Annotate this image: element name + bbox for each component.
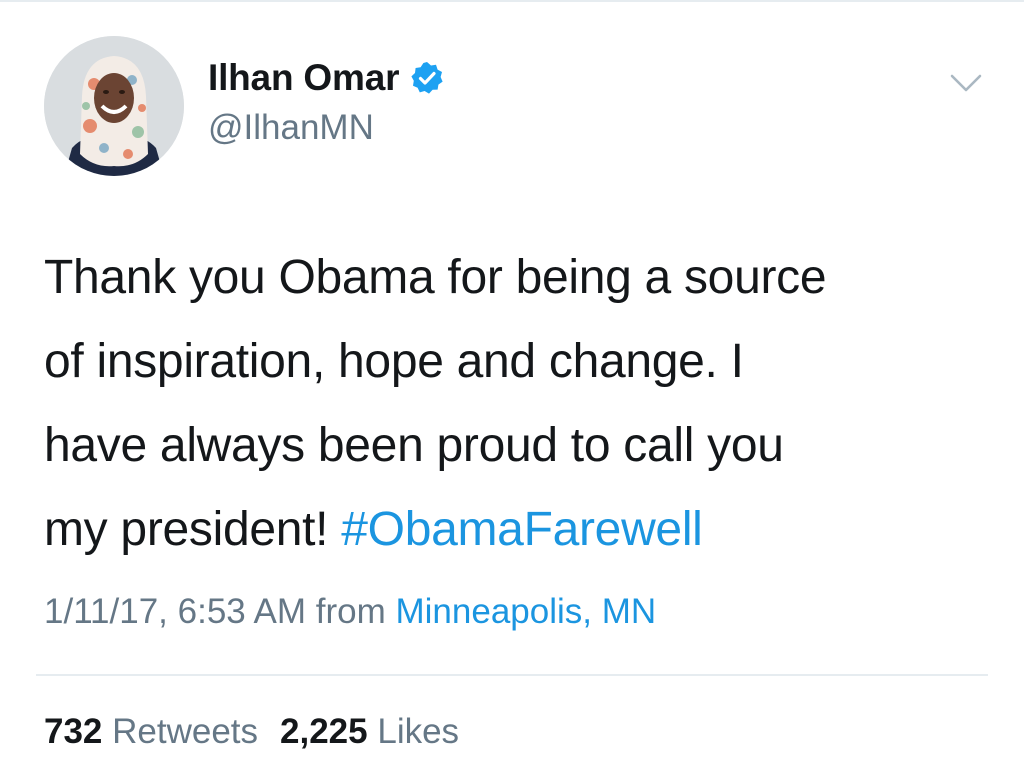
tweet-text-segment: my president! xyxy=(44,503,342,556)
likes-label: Likes xyxy=(367,712,460,751)
author-name-row: Ilhan Omar xyxy=(208,56,445,100)
retweets-label: Retweets xyxy=(102,712,259,751)
author-display-name[interactable]: Ilhan Omar xyxy=(208,57,399,99)
avatar[interactable] xyxy=(44,36,184,176)
likes-stat[interactable]: 2,225 Likes xyxy=(280,712,459,751)
verified-badge-icon xyxy=(409,60,445,96)
tweet-meta: 1/11/17, 6:53 AM from Minneapolis, MN xyxy=(44,592,656,632)
tweet-text-line: have always been proud to call you xyxy=(44,419,784,472)
tweet-timestamp[interactable]: 1/11/17, 6:53 AM xyxy=(44,592,306,631)
tweet-text: Thank you Obama for being a source of in… xyxy=(44,236,994,572)
tweet-text-line: Thank you Obama for being a source xyxy=(44,251,827,304)
location-link[interactable]: Minneapolis, MN xyxy=(396,592,657,631)
tweet-text-line: of inspiration, hope and change. I xyxy=(44,335,744,388)
likes-count: 2,225 xyxy=(280,712,368,751)
from-label: from xyxy=(306,592,396,631)
tweet-text-line: my president! #ObamaFarewell xyxy=(44,488,994,572)
retweets-count: 732 xyxy=(44,712,103,751)
tweet-stats: 732 Retweets 2,225 Likes xyxy=(44,712,459,752)
avatar-image xyxy=(44,36,184,176)
tweet-card: Ilhan Omar @IlhanMN Thank you Obama for … xyxy=(0,0,1024,773)
retweets-stat[interactable]: 732 Retweets xyxy=(44,712,258,751)
hashtag-link[interactable]: #ObamaFarewell xyxy=(341,503,703,556)
chevron-down-icon[interactable] xyxy=(946,68,986,98)
stats-divider xyxy=(36,674,988,676)
author-handle[interactable]: @IlhanMN xyxy=(208,108,374,148)
